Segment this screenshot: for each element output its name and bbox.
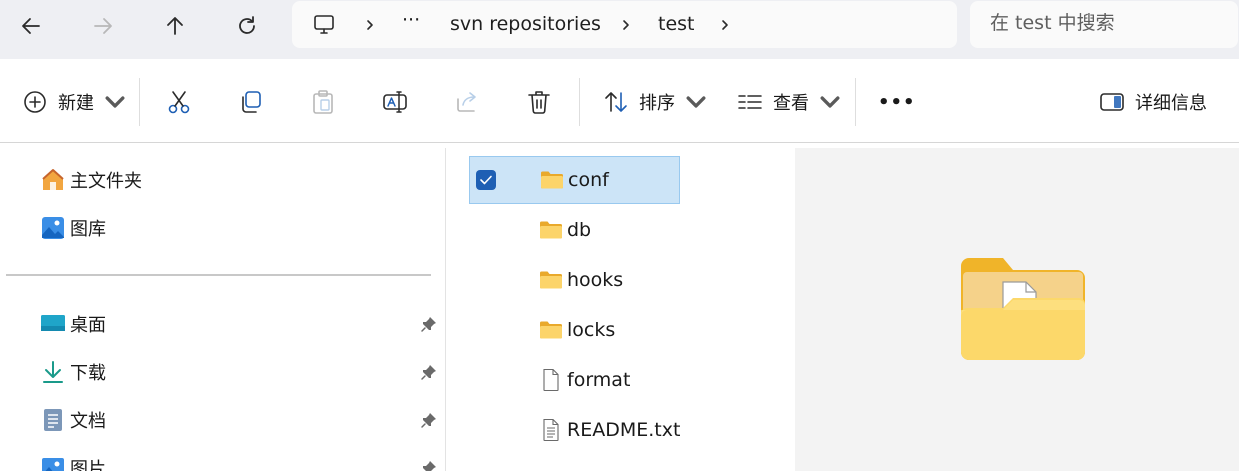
file-name: locks [567, 319, 616, 341]
share-button[interactable] [454, 84, 480, 120]
details-pane [795, 148, 1239, 471]
rename-button[interactable] [382, 84, 408, 120]
breadcrumb-item-svn-repositories[interactable]: svn repositories [450, 13, 601, 35]
desktop-icon [41, 315, 65, 331]
breadcrumb-overflow[interactable]: ··· [402, 9, 420, 31]
details-label: 详细信息 [1135, 93, 1207, 114]
chevron-right-icon[interactable] [719, 19, 731, 31]
delete-button[interactable] [526, 84, 552, 120]
folder-icon [541, 171, 563, 189]
file-name: db [567, 219, 592, 241]
breadcrumb-item-test[interactable]: test [658, 13, 695, 35]
pin-icon[interactable] [420, 411, 438, 429]
chevron-down-icon [820, 96, 840, 108]
plus-circle-icon [24, 91, 46, 113]
file-list: conf db hooks locks format README.txt [446, 148, 795, 471]
list-item[interactable]: conf [469, 156, 680, 204]
selection-checkbox[interactable] [476, 170, 496, 190]
more-options-icon: ••• [878, 91, 916, 113]
chevron-right-icon[interactable] [364, 19, 376, 31]
file-name: hooks [567, 269, 624, 291]
sidebar-item-desktop[interactable]: 桌面 [40, 309, 106, 339]
forward-arrow-icon [94, 18, 112, 34]
copy-button[interactable] [238, 84, 264, 120]
more-options-button[interactable]: ••• [878, 84, 916, 120]
toolbar-divider [139, 78, 140, 126]
sidebar-item-documents[interactable]: 文档 [40, 405, 106, 435]
folder-icon [540, 321, 562, 339]
download-icon [43, 361, 63, 383]
list-item[interactable]: locks [469, 306, 680, 354]
documents-icon [44, 409, 62, 431]
rename-icon [383, 91, 407, 113]
list-item[interactable]: README.txt [469, 406, 680, 454]
folder-preview-icon [961, 258, 1085, 360]
toolbar-divider [855, 78, 856, 126]
address-bar[interactable]: ··· svn repositories test [292, 1, 957, 48]
refresh-button[interactable] [227, 6, 267, 46]
folder-icon [540, 271, 562, 289]
list-view-icon [738, 95, 762, 109]
list-item[interactable]: format [469, 356, 680, 404]
refresh-icon [239, 16, 255, 34]
sort-label: 排序 [639, 93, 675, 114]
trash-icon [528, 91, 550, 114]
back-button[interactable] [11, 6, 51, 46]
up-button[interactable] [155, 6, 195, 46]
sidebar-item-label: 图片 [70, 459, 106, 471]
gallery-icon [42, 217, 64, 239]
view-button[interactable]: 查看 [737, 84, 843, 120]
paste-button[interactable] [310, 84, 336, 120]
sidebar-item-label: 主文件夹 [70, 171, 142, 192]
details-pane-icon [1100, 93, 1124, 111]
new-label: 新建 [58, 93, 94, 114]
address-row: ··· svn repositories test [0, 0, 1239, 59]
list-item[interactable]: hooks [469, 256, 680, 304]
home-icon [42, 169, 64, 190]
text-file-icon [543, 418, 559, 442]
sidebar-divider [6, 274, 431, 276]
back-arrow-icon [22, 18, 40, 34]
folder-icon [540, 221, 562, 239]
pin-icon[interactable] [420, 315, 438, 333]
list-item[interactable]: db [469, 206, 680, 254]
sort-icon [605, 92, 627, 112]
file-name: format [567, 369, 631, 391]
navigation-pane: 主文件夹 图库 桌面 下载 文档 图片 [0, 148, 445, 471]
sidebar-item-home[interactable]: 主文件夹 [40, 165, 142, 195]
forward-button[interactable] [83, 6, 123, 46]
copy-icon [242, 91, 261, 113]
command-bar: 新建 排序 查看 ••• 详细信息 [0, 59, 1239, 143]
chevron-right-icon[interactable] [620, 19, 632, 31]
this-pc-icon[interactable] [312, 13, 336, 37]
chevron-down-icon [105, 96, 125, 108]
share-icon [457, 92, 476, 112]
pin-icon[interactable] [420, 459, 438, 471]
details-button[interactable]: 详细信息 [1099, 84, 1207, 120]
sidebar-item-label: 文档 [70, 411, 106, 432]
sidebar-item-downloads[interactable]: 下载 [40, 357, 106, 387]
search-input[interactable] [990, 12, 1230, 34]
pin-icon[interactable] [420, 363, 438, 381]
sort-button[interactable]: 排序 [603, 84, 709, 120]
blank-file-icon [543, 368, 559, 392]
pictures-icon [42, 458, 64, 471]
view-label: 查看 [773, 93, 809, 114]
cut-button[interactable] [166, 84, 192, 120]
paste-icon [313, 90, 333, 114]
scissors-icon [168, 91, 190, 114]
sidebar-item-gallery[interactable]: 图库 [40, 213, 106, 243]
file-name: conf [568, 169, 609, 191]
sidebar-item-label: 桌面 [70, 315, 106, 336]
file-name: README.txt [567, 419, 681, 441]
sidebar-item-label: 下载 [70, 363, 106, 384]
checkmark-icon [480, 175, 492, 185]
sidebar-item-label: 图库 [70, 219, 106, 240]
sidebar-item-pictures[interactable]: 图片 [40, 453, 106, 471]
toolbar-divider [579, 78, 580, 126]
new-button[interactable]: 新建 [22, 84, 128, 120]
up-arrow-icon [167, 17, 183, 35]
search-box[interactable] [970, 1, 1238, 48]
chevron-down-icon [686, 96, 706, 108]
